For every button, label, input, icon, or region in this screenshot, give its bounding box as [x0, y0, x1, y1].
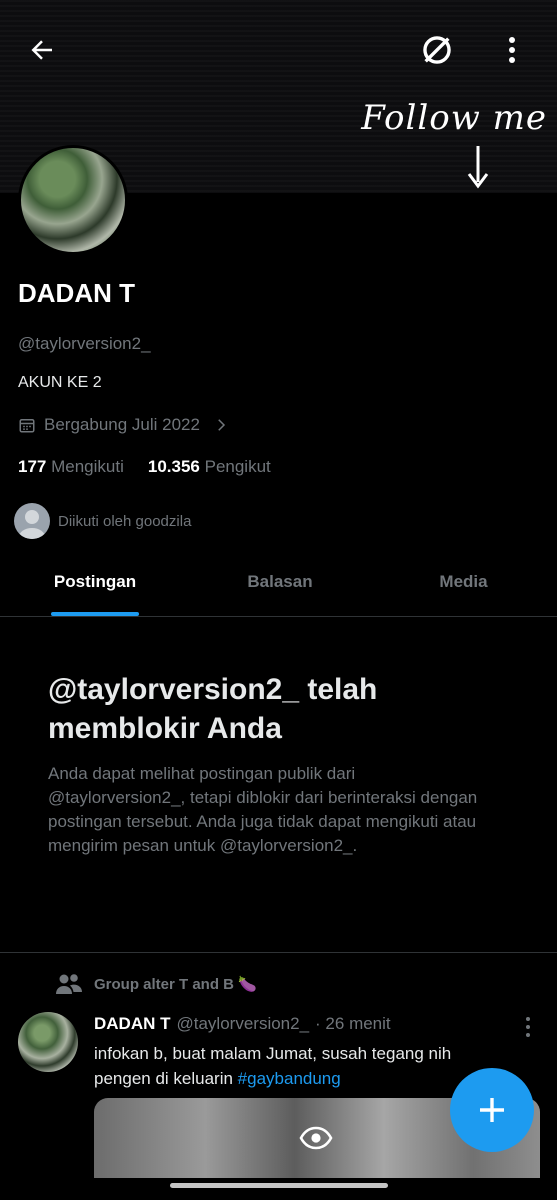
tab-balasan[interactable]: Balasan [190, 558, 370, 616]
user-placeholder-icon [19, 510, 45, 539]
following-link[interactable]: 177 Mengikuti [18, 457, 124, 477]
chevron-right-icon [218, 419, 226, 431]
compose-button[interactable] [450, 1068, 534, 1152]
more-vertical-icon [509, 37, 515, 63]
tab-label: Media [439, 572, 488, 591]
following-label: Mengikuti [51, 457, 124, 476]
tab-label: Balasan [247, 572, 313, 591]
post-author-avatar[interactable] [18, 1012, 78, 1072]
tab-label: Postingan [53, 572, 137, 591]
profile-name: DADAN T [18, 278, 135, 308]
followers-label: Pengikut [204, 457, 271, 476]
more-button[interactable] [490, 28, 534, 72]
people-icon [56, 974, 82, 994]
profile-handle: @taylorversion2_ [18, 334, 151, 353]
plus-icon [480, 1098, 504, 1122]
banner-arrow-down [467, 146, 489, 189]
grok-button[interactable] [415, 28, 459, 72]
following-count: 177 [18, 457, 47, 476]
profile-bio: AKUN KE 2 [18, 374, 102, 391]
post-time: · 26 menit [315, 1014, 391, 1033]
arrow-left-icon [31, 40, 52, 60]
joined-date-row[interactable]: Bergabung Juli 2022 [18, 415, 230, 435]
profile-avatar[interactable] [18, 145, 128, 255]
post-text: infokan b, buat malam Jumat, susah tegan… [94, 1041, 474, 1091]
post-header: DADAN T @taylorversion2_ · 26 menit [94, 1014, 391, 1034]
tab-media[interactable]: Media [370, 558, 557, 616]
home-indicator[interactable] [170, 1183, 388, 1188]
follower-avatar [14, 503, 50, 539]
community-name: Group alter T and B 🍆 [94, 976, 257, 993]
slashed-circle-icon [423, 36, 451, 64]
follow-stats: 177 Mengikuti 10.356 Pengikut [18, 457, 271, 477]
followers-link[interactable]: 10.356 Pengikut [148, 457, 271, 477]
followers-count: 10.356 [147, 457, 200, 476]
hashtag-link[interactable]: #gaybandung [238, 1069, 341, 1088]
post-author-name[interactable]: DADAN T [94, 1014, 171, 1034]
blocked-title: @taylorversion2_ telah memblokir Anda [48, 673, 378, 745]
active-tab-indicator [51, 612, 139, 616]
followed-by-text: Diikuti oleh goodzila [58, 512, 192, 530]
back-button[interactable] [20, 28, 64, 72]
followed-by-row[interactable]: Diikuti oleh goodzila [14, 503, 191, 539]
blocked-description: Anda dapat melihat postingan publik dari… [48, 764, 478, 855]
joined-date: Bergabung Juli 2022 [44, 415, 200, 434]
banner-text: Follow me [361, 98, 547, 138]
eye-icon [299, 1126, 333, 1150]
profile-tabs: Postingan Balasan Media [0, 558, 557, 617]
post-more-icon[interactable] [524, 1016, 532, 1038]
community-label-row[interactable]: Group alter T and B 🍆 [56, 973, 257, 995]
post-author-handle[interactable]: @taylorversion2_ [177, 1014, 310, 1034]
divider [0, 952, 557, 953]
calendar-icon [19, 419, 35, 433]
tab-postingan[interactable]: Postingan [0, 558, 190, 616]
